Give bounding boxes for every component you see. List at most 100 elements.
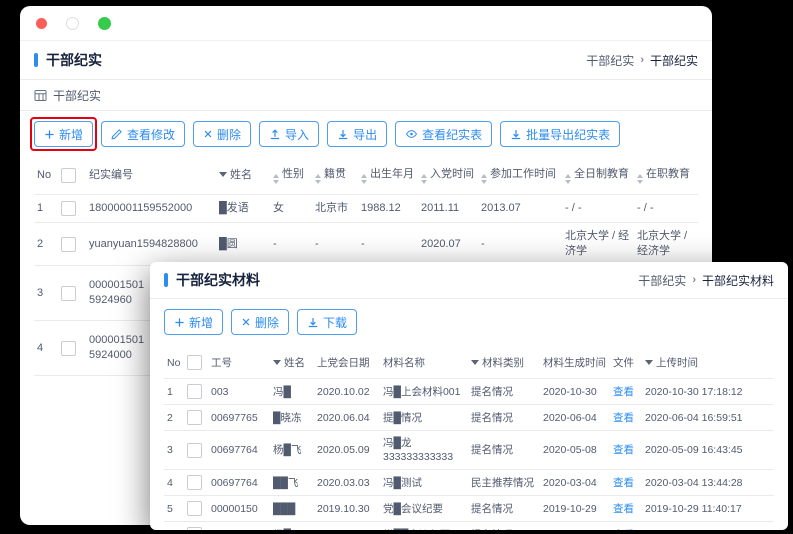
batch-export-button[interactable]: 批量导出纪实表: [500, 121, 620, 147]
close-window-button[interactable]: [36, 18, 47, 29]
cell-uploaded-time: 2019-10-29 11:40:17: [642, 496, 774, 522]
cell-generated-time: 2019-10-29: [540, 496, 610, 522]
breadcrumb-parent[interactable]: 干部纪实: [586, 52, 634, 69]
table-row: 3 00697764 杨█飞 2020.05.09 冯█龙33333333333…: [164, 431, 774, 470]
filter-icon[interactable]: [471, 360, 479, 365]
col-material-name[interactable]: 材料名称: [380, 347, 468, 379]
cell-material-name: 党██会议纪要: [380, 522, 468, 531]
view-edit-button[interactable]: 查看修改: [101, 121, 185, 147]
col-work-start[interactable]: 参加工作时间: [478, 157, 562, 195]
section-label: 干部纪实: [53, 87, 101, 104]
delete-button[interactable]: 删除: [231, 309, 289, 335]
col-birth-date[interactable]: 出生年月: [358, 157, 418, 195]
col-party-join[interactable]: 入党时间: [418, 157, 478, 195]
filter-icon[interactable]: [273, 360, 281, 365]
add-button[interactable]: 新增: [34, 121, 93, 147]
breadcrumb-current[interactable]: 干部纪实: [650, 52, 698, 69]
dialog-title-text: 干部纪实材料: [176, 270, 260, 290]
col-meeting-date[interactable]: 上党会日期: [314, 347, 380, 379]
row-checkbox[interactable]: [187, 475, 202, 490]
record-materials-dialog: 干部纪实材料 干部纪实 › 干部纪实材料 新增 删除: [150, 262, 788, 530]
sort-icon: [637, 174, 643, 184]
cell-emp-id: 00697764: [208, 522, 270, 531]
table-grid-icon: [34, 89, 47, 102]
table-header-row: No 工号 姓名 上党会日期 材料名称 材料类别 材料生成时间 文件 上传时间: [164, 347, 774, 379]
col-emp-id[interactable]: 工号: [208, 347, 270, 379]
row-checkbox[interactable]: [187, 443, 202, 458]
col-file: 文件: [610, 347, 642, 379]
view-file-link[interactable]: 查看: [613, 529, 634, 531]
col-fulltime-edu[interactable]: 全日制教育: [562, 157, 634, 195]
cell-name: █圆: [216, 223, 270, 266]
cell-emp-id: 00697765: [208, 405, 270, 431]
cell-meeting-date: 2020.10.02: [314, 379, 380, 405]
cell-no: 2: [164, 405, 184, 431]
col-inservice-edu[interactable]: 在职教育: [634, 157, 698, 195]
sort-icon: [273, 174, 279, 184]
download-button[interactable]: 下载: [297, 309, 357, 335]
cell-material-name: 冯█测试: [380, 470, 468, 496]
view-file-link[interactable]: 查看: [613, 503, 634, 515]
col-generated-time[interactable]: 材料生成时间: [540, 347, 610, 379]
breadcrumb-current[interactable]: 干部纪实材料: [702, 272, 774, 289]
cell-name: 杨█飞: [270, 431, 314, 470]
row-checkbox[interactable]: [187, 410, 202, 425]
materials-table: No 工号 姓名 上党会日期 材料名称 材料类别 材料生成时间 文件 上传时间 …: [164, 347, 774, 530]
cell-generated-time: 2020-03-04: [540, 470, 610, 496]
row-checkbox[interactable]: [187, 527, 202, 530]
col-no: No: [34, 157, 58, 195]
col-native-place[interactable]: 籍贯: [312, 157, 358, 195]
row-checkbox[interactable]: [61, 286, 76, 301]
cell-select: [184, 496, 208, 522]
cell-no: 1: [34, 195, 58, 223]
title-accent-bar: [164, 273, 168, 287]
row-checkbox[interactable]: [187, 501, 202, 516]
breadcrumb-parent[interactable]: 干部纪实: [638, 272, 686, 289]
view-file-link[interactable]: 查看: [613, 477, 634, 489]
row-checkbox[interactable]: [61, 201, 76, 216]
minimize-window-button[interactable]: [66, 17, 79, 30]
add-button[interactable]: 新增: [164, 309, 223, 335]
view-file-link[interactable]: 查看: [613, 412, 634, 424]
col-gender[interactable]: 性别: [270, 157, 312, 195]
maximize-window-button[interactable]: [98, 17, 111, 30]
select-all-checkbox[interactable]: [187, 355, 202, 370]
plus-icon: [174, 317, 185, 328]
upload-icon: [269, 128, 281, 140]
section-header: 干部纪实: [20, 80, 712, 111]
cell-gender: 女: [270, 195, 312, 223]
select-all-checkbox[interactable]: [61, 168, 76, 183]
cell-material-name: 冯█龙333333333333: [380, 431, 468, 470]
cell-birth-date: -: [358, 223, 418, 266]
filter-icon[interactable]: [219, 172, 227, 177]
row-checkbox[interactable]: [61, 237, 76, 252]
view-file-link[interactable]: 查看: [613, 386, 634, 398]
cell-material-type: 民主推荐情况: [468, 470, 540, 496]
cell-emp-id: 00000150: [208, 496, 270, 522]
row-checkbox[interactable]: [61, 341, 76, 356]
cell-no: 3: [164, 431, 184, 470]
row-checkbox[interactable]: [187, 384, 202, 399]
export-button[interactable]: 导出: [327, 121, 387, 147]
view-file-link[interactable]: 查看: [613, 444, 634, 456]
col-material-type[interactable]: 材料类别: [468, 347, 540, 379]
cell-record-id: 18000001159552000: [86, 195, 216, 223]
col-name[interactable]: 姓名: [270, 347, 314, 379]
download-icon: [510, 128, 522, 140]
filter-icon[interactable]: [645, 360, 653, 365]
import-button[interactable]: 导入: [259, 121, 319, 147]
cell-uploaded-time: 2020-10-30 17:18:12: [642, 379, 774, 405]
col-uploaded-time[interactable]: 上传时间: [642, 347, 774, 379]
col-name[interactable]: 姓名: [216, 157, 270, 195]
sort-icon: [361, 174, 367, 184]
col-record-id[interactable]: 纪实编号: [86, 157, 216, 195]
cell-name: █发语: [216, 195, 270, 223]
delete-button[interactable]: 删除: [193, 121, 251, 147]
cell-material-type: 提名情况: [468, 405, 540, 431]
dialog-title: 干部纪实材料: [164, 270, 260, 290]
cell-no: 2: [34, 223, 58, 266]
title-accent-bar: [34, 53, 38, 67]
sort-icon: [481, 174, 487, 184]
view-record-table-button[interactable]: 查看纪实表: [395, 121, 492, 147]
col-no: No: [164, 347, 184, 379]
